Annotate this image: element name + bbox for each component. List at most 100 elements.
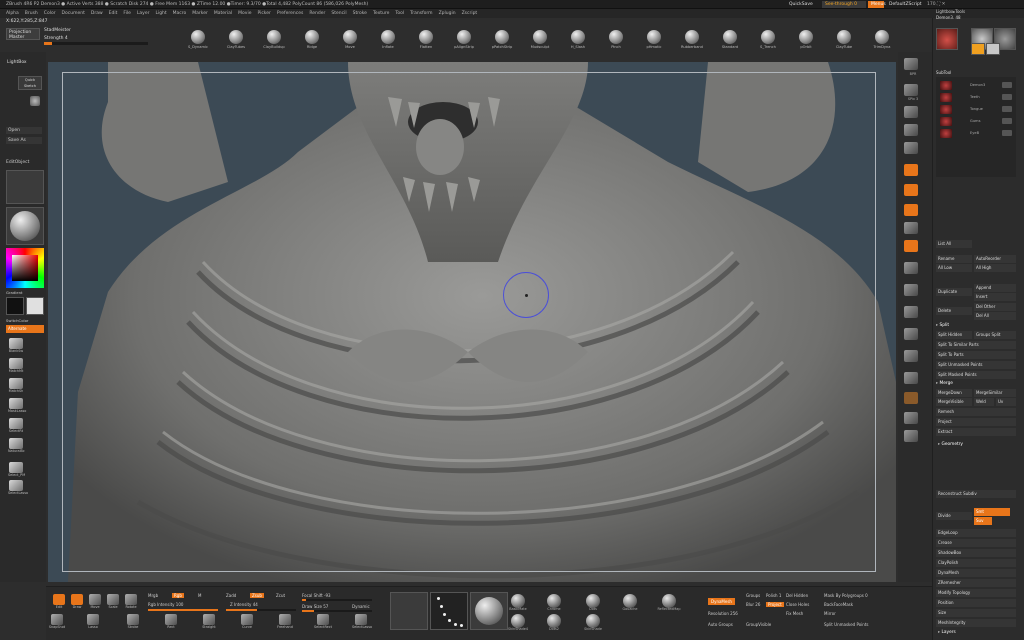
- current-tool-slot[interactable]: [6, 170, 44, 204]
- color-picker[interactable]: [6, 248, 44, 288]
- polyf-icon[interactable]: [904, 350, 918, 362]
- mirror-button[interactable]: Mirror: [824, 611, 836, 616]
- append-button[interactable]: Append: [974, 284, 1016, 292]
- layers-section-header[interactable]: Layers: [938, 630, 956, 635]
- window-controls[interactable]: 170 ⛶ ✕: [924, 1, 1020, 8]
- brush-item[interactable]: S_Dynamic: [180, 27, 216, 49]
- rotate-mode-button[interactable]: Rotate: [122, 594, 140, 609]
- split-unmasked-button[interactable]: Split Unmasked Points: [936, 361, 1016, 369]
- shadowbox-button[interactable]: ShadowBox: [936, 549, 1016, 557]
- brush-item[interactable]: ClayTube: [826, 27, 862, 49]
- eye-icon[interactable]: [1002, 118, 1012, 124]
- gradient-toggle[interactable]: Gradient: [6, 290, 23, 295]
- merge-similar-button[interactable]: MergeSimilar: [974, 389, 1016, 397]
- edgeloop-button[interactable]: EdgeLoop: [936, 529, 1016, 537]
- all-high-button[interactable]: All High: [974, 264, 1016, 272]
- subtool-item[interactable]: Tongue: [940, 105, 1012, 115]
- brush-item[interactable]: Rubberband: [674, 27, 710, 49]
- geometry-section-header[interactable]: Geometry: [938, 442, 963, 447]
- move-icon[interactable]: [904, 284, 918, 296]
- material-gouache-icon[interactable]: [623, 594, 637, 608]
- menu-macro[interactable]: Macro: [173, 11, 187, 16]
- stroke-button[interactable]: Stroke: [124, 614, 142, 629]
- zadd-toggle[interactable]: Zadd: [226, 593, 236, 598]
- match-shade-button[interactable]: MatchSh: [8, 378, 24, 393]
- menu-zplugin[interactable]: Zplugin: [439, 11, 456, 16]
- menu-file[interactable]: File: [123, 11, 131, 16]
- subtool-item[interactable]: Gums: [940, 117, 1012, 127]
- all-low-button[interactable]: All Low: [936, 264, 972, 272]
- modify-topology-button[interactable]: Modify Topology: [936, 589, 1016, 597]
- stroke-slot[interactable]: [390, 592, 428, 630]
- switch-color-button[interactable]: SwitchColor: [6, 318, 28, 323]
- split-section-header[interactable]: Split: [936, 323, 950, 328]
- delete-button[interactable]: Delete: [936, 307, 972, 315]
- material-basic-icon[interactable]: [511, 594, 525, 608]
- merge-section-header[interactable]: Merge: [936, 381, 953, 386]
- material-dots-icon[interactable]: [586, 594, 600, 608]
- draw-size-slider[interactable]: [302, 610, 372, 612]
- subtool-header[interactable]: SubTool: [936, 70, 951, 75]
- merge-visible-button[interactable]: MergeVisible: [936, 398, 972, 406]
- backface-mask-button[interactable]: BackFaceMask: [824, 602, 853, 607]
- mask-lasso-button[interactable]: MaskLasso: [8, 398, 26, 413]
- brush-item[interactable]: pHmatic: [636, 27, 672, 49]
- draw-mode-button[interactable]: Draw: [68, 594, 86, 609]
- del-hidden-button[interactable]: Del Hidden: [786, 593, 808, 598]
- list-all-button[interactable]: List All: [936, 240, 972, 248]
- brush-item[interactable]: pOrbit: [788, 27, 824, 49]
- z-intensity-slider[interactable]: [226, 609, 296, 611]
- select-rect-bottom-button[interactable]: SelectRect: [314, 614, 332, 629]
- m-toggle[interactable]: M: [198, 593, 201, 598]
- eye-icon[interactable]: [1002, 106, 1012, 112]
- brush-item[interactable]: pPatchStrip: [484, 27, 520, 49]
- crease-button[interactable]: Crease: [936, 539, 1016, 547]
- brush-item[interactable]: S_Trench: [750, 27, 786, 49]
- strength-slider[interactable]: [44, 42, 148, 45]
- dynamesh-section-button[interactable]: DynaMesh: [936, 569, 1016, 577]
- see-through-slider[interactable]: See-through 0: [822, 1, 866, 8]
- menu-layer[interactable]: Layer: [137, 11, 150, 16]
- split-masked-button[interactable]: Split Masked Points: [936, 371, 1016, 379]
- material-dots2-icon[interactable]: [547, 614, 561, 628]
- menu-render[interactable]: Render: [309, 11, 325, 16]
- menu-draw[interactable]: Draw: [91, 11, 103, 16]
- ghost-icon[interactable]: [904, 392, 918, 404]
- menu-movie[interactable]: Movie: [238, 11, 251, 16]
- uv-button[interactable]: Uv: [996, 398, 1016, 406]
- scale-icon[interactable]: [904, 306, 918, 318]
- suv-toggle[interactable]: Suv: [974, 517, 992, 525]
- transp-icon[interactable]: [904, 372, 918, 384]
- insert-button[interactable]: Insert: [974, 293, 1016, 301]
- match-material-button[interactable]: MatchMt: [8, 358, 24, 373]
- reconstruct-subdiv-button[interactable]: Reconstruct Subdiv: [936, 490, 1016, 498]
- persp-icon[interactable]: [904, 164, 918, 176]
- brush-item[interactable]: ClayBuildup: [256, 27, 292, 49]
- straight-button[interactable]: Straight: [200, 614, 218, 629]
- size-button[interactable]: Size: [936, 609, 1016, 617]
- menu-zscript[interactable]: Zscript: [462, 11, 478, 16]
- polish-slider[interactable]: Polish 1: [766, 593, 781, 598]
- groups-toggle[interactable]: Groups: [746, 593, 760, 598]
- menus-button[interactable]: Menus: [868, 1, 886, 8]
- project-button[interactable]: Project: [936, 418, 1016, 426]
- lasso-button[interactable]: Lasso: [84, 614, 102, 629]
- menu-brush[interactable]: Brush: [25, 11, 38, 16]
- xpose-icon[interactable]: [904, 430, 918, 442]
- group-visible-button[interactable]: GroupVisible: [746, 622, 771, 627]
- scale-mode-button[interactable]: Scale: [104, 594, 122, 609]
- secondary-color-swatch[interactable]: [26, 297, 44, 315]
- simple-brush-thumbnail[interactable]: [971, 43, 985, 55]
- xyz-icon[interactable]: [904, 240, 918, 252]
- select-pm-button[interactable]: Select_PM: [8, 462, 25, 477]
- menu-marker[interactable]: Marker: [192, 11, 208, 16]
- menu-texture[interactable]: Texture: [373, 11, 389, 16]
- sphere-icon[interactable]: [30, 96, 40, 106]
- lsym-icon[interactable]: [904, 222, 918, 234]
- color-square[interactable]: [12, 255, 38, 281]
- quick-sketch-button[interactable]: Quick Sketch: [18, 76, 42, 90]
- menu-tool[interactable]: Tool: [395, 11, 404, 16]
- mask-by-polygroups-slider[interactable]: Mask By Polygroups 0: [824, 593, 868, 598]
- merge-down-button[interactable]: MergeDown: [936, 389, 972, 397]
- material-skinshade-icon[interactable]: [511, 614, 525, 628]
